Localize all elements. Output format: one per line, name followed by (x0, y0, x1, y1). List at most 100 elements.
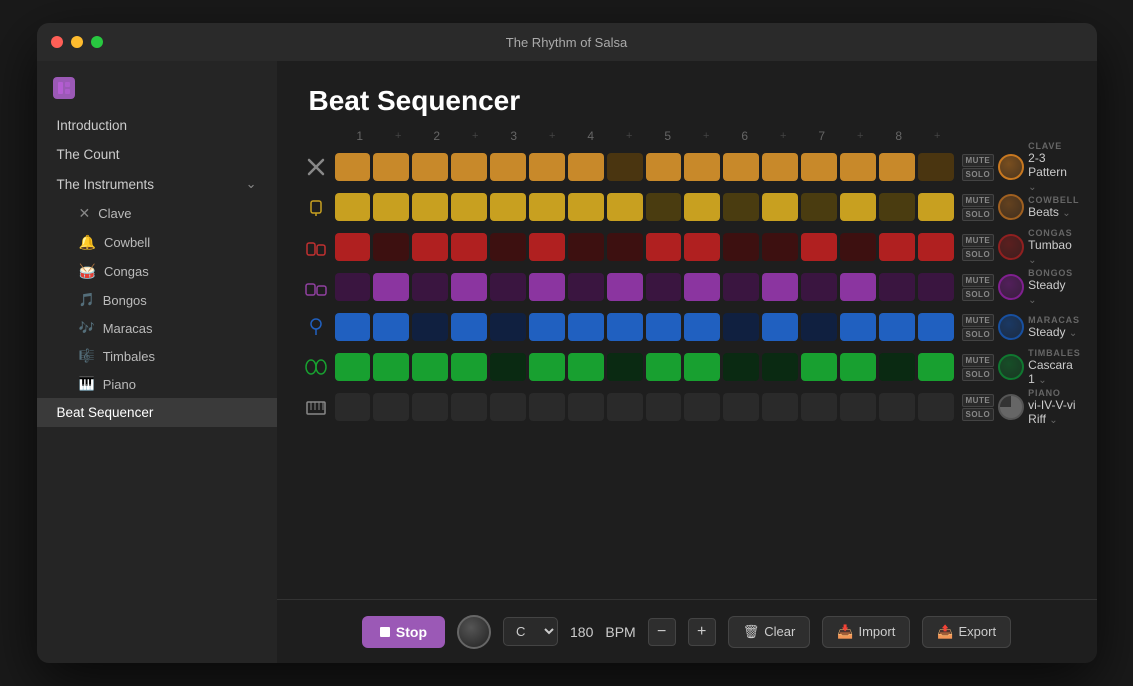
bongos-cell-4[interactable] (490, 273, 526, 301)
maracas-cell-2[interactable] (412, 313, 448, 341)
congas-cell-1[interactable] (373, 233, 409, 261)
maracas-cell-4[interactable] (490, 313, 526, 341)
sidebar-item-the-instruments[interactable]: The Instruments ⌄ (37, 169, 277, 199)
piano-cell-2[interactable] (412, 393, 448, 421)
cowbell-cell-5[interactable] (529, 193, 565, 221)
bongos-mute-button[interactable]: MUTE (962, 274, 995, 287)
sidebar-item-piano[interactable]: 🎹 Piano (37, 370, 277, 398)
bongos-volume-knob[interactable] (998, 274, 1024, 300)
congas-cell-9[interactable] (684, 233, 720, 261)
key-selector[interactable]: C C# D D# E F (503, 617, 558, 646)
piano-cell-9[interactable] (684, 393, 720, 421)
cowbell-cell-1[interactable] (373, 193, 409, 221)
clave-cell-3[interactable] (451, 153, 487, 181)
timbales-cell-6[interactable] (568, 353, 604, 381)
piano-cell-0[interactable] (335, 393, 371, 421)
cowbell-mute-button[interactable]: MUTE (962, 194, 995, 207)
piano-cell-10[interactable] (723, 393, 759, 421)
piano-pattern-name[interactable]: vi-IV-V-vi Riff ⌄ (1028, 398, 1076, 426)
clave-cell-5[interactable] (529, 153, 565, 181)
maracas-cell-15[interactable] (918, 313, 954, 341)
clave-cell-12[interactable] (801, 153, 837, 181)
timbales-cell-11[interactable] (762, 353, 798, 381)
clave-mute-button[interactable]: MUTE (962, 154, 995, 167)
maracas-cell-12[interactable] (801, 313, 837, 341)
minimize-button[interactable] (71, 36, 83, 48)
cowbell-cell-2[interactable] (412, 193, 448, 221)
congas-cell-6[interactable] (568, 233, 604, 261)
bpm-increase-button[interactable]: + (688, 618, 716, 646)
congas-volume-knob[interactable] (998, 234, 1024, 260)
sidebar-item-the-count[interactable]: The Count (37, 140, 277, 169)
clave-cell-0[interactable] (335, 153, 371, 181)
clave-cell-11[interactable] (762, 153, 798, 181)
sidebar-item-timbales[interactable]: 🎼 Timbales (37, 342, 277, 370)
bongos-cell-12[interactable] (801, 273, 837, 301)
bongos-cell-13[interactable] (840, 273, 876, 301)
clave-solo-button[interactable]: SOLO (962, 168, 995, 181)
congas-cell-13[interactable] (840, 233, 876, 261)
bongos-cell-11[interactable] (762, 273, 798, 301)
timbales-cell-9[interactable] (684, 353, 720, 381)
clear-button[interactable]: 🗑 Clear (728, 616, 811, 648)
congas-cell-7[interactable] (607, 233, 643, 261)
clave-volume-knob[interactable] (998, 154, 1024, 180)
bongos-cell-9[interactable] (684, 273, 720, 301)
maracas-cell-5[interactable] (529, 313, 565, 341)
timbales-cell-10[interactable] (723, 353, 759, 381)
maracas-cell-13[interactable] (840, 313, 876, 341)
stop-button[interactable]: Stop (362, 616, 445, 648)
piano-mute-button[interactable]: MUTE (962, 394, 995, 407)
bongos-cell-3[interactable] (451, 273, 487, 301)
piano-cell-7[interactable] (607, 393, 643, 421)
tempo-knob[interactable] (457, 615, 491, 649)
sidebar-item-bongos[interactable]: 🎵 Bongos (37, 286, 277, 314)
congas-cell-3[interactable] (451, 233, 487, 261)
bongos-cell-1[interactable] (373, 273, 409, 301)
cowbell-solo-button[interactable]: SOLO (962, 208, 995, 221)
bongos-cell-14[interactable] (879, 273, 915, 301)
congas-cell-11[interactable] (762, 233, 798, 261)
timbales-cell-12[interactable] (801, 353, 837, 381)
bpm-decrease-button[interactable]: − (648, 618, 676, 646)
cowbell-pattern-name[interactable]: Beats ⌄ (1028, 205, 1079, 219)
clave-cell-13[interactable] (840, 153, 876, 181)
maracas-mute-button[interactable]: MUTE (962, 314, 995, 327)
congas-cell-0[interactable] (335, 233, 371, 261)
bongos-cell-8[interactable] (646, 273, 682, 301)
piano-volume-knob[interactable] (998, 394, 1024, 420)
maracas-cell-1[interactable] (373, 313, 409, 341)
clave-cell-4[interactable] (490, 153, 526, 181)
cowbell-cell-12[interactable] (801, 193, 837, 221)
close-button[interactable] (51, 36, 63, 48)
timbales-cell-2[interactable] (412, 353, 448, 381)
clave-cell-2[interactable] (412, 153, 448, 181)
cowbell-volume-knob[interactable] (998, 194, 1024, 220)
timbales-cell-15[interactable] (918, 353, 954, 381)
bongos-cell-0[interactable] (335, 273, 371, 301)
congas-cell-12[interactable] (801, 233, 837, 261)
clave-cell-7[interactable] (607, 153, 643, 181)
clave-cell-6[interactable] (568, 153, 604, 181)
maximize-button[interactable] (91, 36, 103, 48)
piano-cell-6[interactable] (568, 393, 604, 421)
timbales-mute-button[interactable]: MUTE (962, 354, 995, 367)
maracas-solo-button[interactable]: SOLO (962, 328, 995, 341)
clave-cell-14[interactable] (879, 153, 915, 181)
cowbell-cell-7[interactable] (607, 193, 643, 221)
congas-cell-14[interactable] (879, 233, 915, 261)
timbales-cell-8[interactable] (646, 353, 682, 381)
sidebar-toggle-icon[interactable] (53, 77, 75, 99)
maracas-cell-0[interactable] (335, 313, 371, 341)
cowbell-cell-6[interactable] (568, 193, 604, 221)
timbales-cell-7[interactable] (607, 353, 643, 381)
cowbell-cell-0[interactable] (335, 193, 371, 221)
cowbell-cell-14[interactable] (879, 193, 915, 221)
timbales-cell-4[interactable] (490, 353, 526, 381)
piano-cell-1[interactable] (373, 393, 409, 421)
cowbell-cell-15[interactable] (918, 193, 954, 221)
bongos-cell-10[interactable] (723, 273, 759, 301)
congas-cell-15[interactable] (918, 233, 954, 261)
bongos-cell-7[interactable] (607, 273, 643, 301)
maracas-cell-8[interactable] (646, 313, 682, 341)
